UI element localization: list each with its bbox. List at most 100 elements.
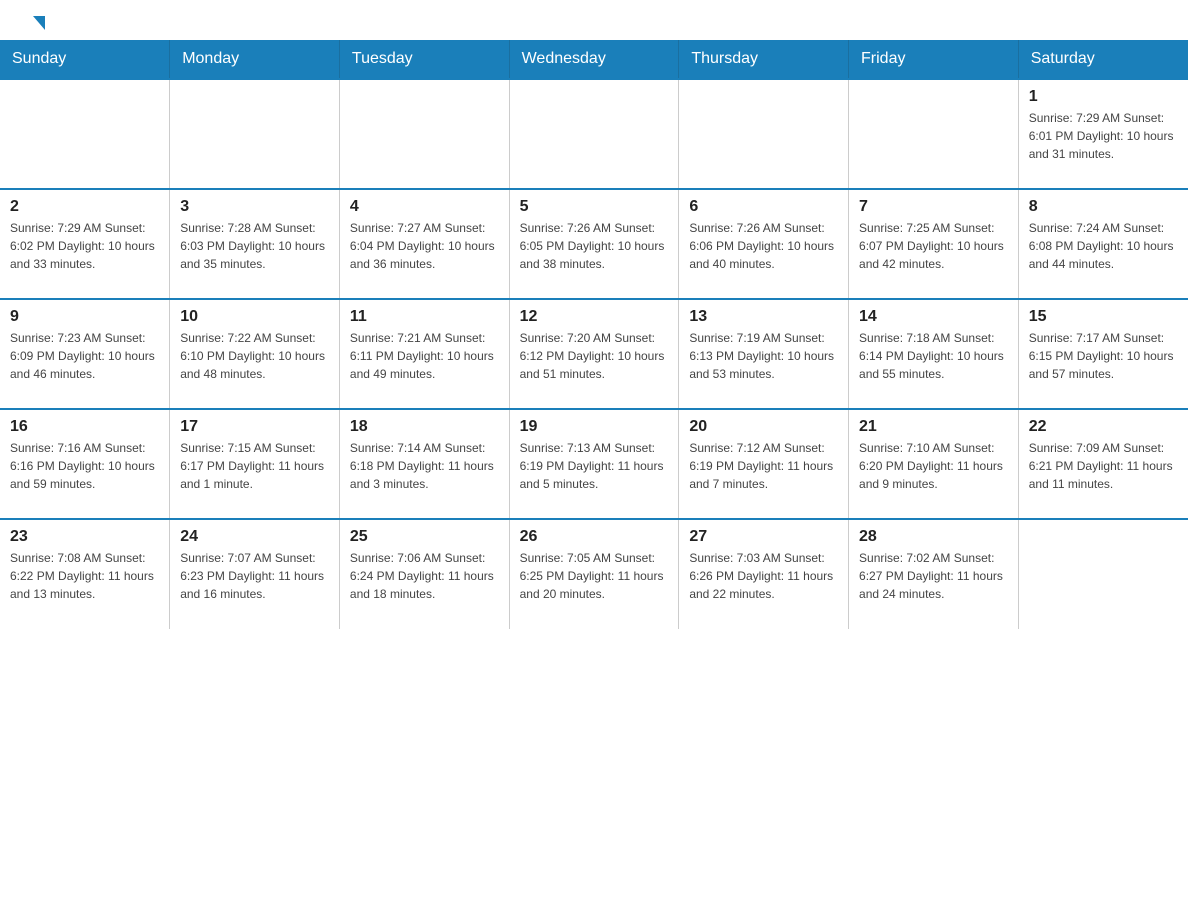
calendar-cell: 25Sunrise: 7:06 AM Sunset: 6:24 PM Dayli… — [339, 519, 509, 629]
calendar-cell: 15 Sunrise: 7:17 AM Sunset: 6:15 PM Dayli… — [1018, 299, 1188, 409]
day-info: Sunrise: 7:24 AM Sunset: 6:08 PM Dayligh… — [1029, 219, 1178, 273]
day-info: Sunrise: 7:21 AM Sunset: 6:11 PM Dayligh… — [350, 329, 499, 383]
calendar-cell: 18 Sunrise: 7:14 AM Sunset: 6:18 PM Dayli… — [339, 409, 509, 519]
day-info: Sunrise: 7:18 AM Sunset: 6:14 PM Dayligh… — [859, 329, 1008, 383]
day-info: Sunrise: 7:29 AM Sunset: 6:02 PM Dayligh… — [10, 219, 159, 273]
day-number: 12 — [520, 308, 669, 326]
calendar-cell: 5Sunrise: 7:26 AM Sunset: 6:05 PM Daylig… — [509, 189, 679, 299]
calendar-cell: 6Sunrise: 7:26 AM Sunset: 6:06 PM Daylig… — [679, 189, 849, 299]
day-number: 10 — [180, 308, 329, 326]
calendar-cell — [0, 79, 170, 189]
day-number: 15 — [1029, 308, 1178, 326]
day-number: 16 — [10, 418, 159, 436]
weekday-header-row: SundayMondayTuesdayWednesdayThursdayFrid… — [0, 40, 1188, 79]
week-row-3: 9Sunrise: 7:23 AM Sunset: 6:09 PM Daylig… — [0, 299, 1188, 409]
calendar-cell: 14 Sunrise: 7:18 AM Sunset: 6:14 PM Dayli… — [849, 299, 1019, 409]
calendar-cell: 28Sunrise: 7:02 AM Sunset: 6:27 PM Dayli… — [849, 519, 1019, 629]
calendar-cell: 20 Sunrise: 7:12 AM Sunset: 6:19 PM Dayli… — [679, 409, 849, 519]
week-row-2: 2 Sunrise: 7:29 AM Sunset: 6:02 PM Daylig… — [0, 189, 1188, 299]
day-number: 1 — [1029, 88, 1178, 106]
day-info: Sunrise: 7:20 AM Sunset: 6:12 PM Dayligh… — [520, 329, 669, 383]
day-number: 2 — [10, 198, 159, 216]
calendar-cell — [1018, 519, 1188, 629]
calendar-cell: 16 Sunrise: 7:16 AM Sunset: 6:16 PM Dayli… — [0, 409, 170, 519]
calendar-cell: 22Sunrise: 7:09 AM Sunset: 6:21 PM Dayli… — [1018, 409, 1188, 519]
calendar-cell: 4 Sunrise: 7:27 AM Sunset: 6:04 PM Daylig… — [339, 189, 509, 299]
calendar-cell: 8 Sunrise: 7:24 AM Sunset: 6:08 PM Daylig… — [1018, 189, 1188, 299]
day-number: 13 — [689, 308, 838, 326]
calendar-cell — [170, 79, 340, 189]
calendar-cell: 10 Sunrise: 7:22 AM Sunset: 6:10 PM Dayli… — [170, 299, 340, 409]
day-number: 17 — [180, 418, 329, 436]
day-number: 11 — [350, 308, 499, 326]
day-number: 4 — [350, 198, 499, 216]
page-header — [0, 0, 1188, 40]
week-row-1: 1 Sunrise: 7:29 AM Sunset: 6:01 PM Daylig… — [0, 79, 1188, 189]
day-info: Sunrise: 7:10 AM Sunset: 6:20 PM Dayligh… — [859, 439, 1008, 493]
day-info: Sunrise: 7:14 AM Sunset: 6:18 PM Dayligh… — [350, 439, 499, 493]
day-info: Sunrise: 7:26 AM Sunset: 6:06 PM Dayligh… — [689, 219, 838, 273]
day-info: Sunrise: 7:07 AM Sunset: 6:23 PM Dayligh… — [180, 549, 329, 603]
day-info: Sunrise: 7:08 AM Sunset: 6:22 PM Dayligh… — [10, 549, 159, 603]
calendar-cell — [339, 79, 509, 189]
weekday-wednesday: Wednesday — [509, 40, 679, 79]
day-number: 23 — [10, 528, 159, 546]
day-info: Sunrise: 7:13 AM Sunset: 6:19 PM Dayligh… — [520, 439, 669, 493]
day-info: Sunrise: 7:03 AM Sunset: 6:26 PM Dayligh… — [689, 549, 838, 603]
calendar-cell: 21 Sunrise: 7:10 AM Sunset: 6:20 PM Dayli… — [849, 409, 1019, 519]
calendar-table: SundayMondayTuesdayWednesdayThursdayFrid… — [0, 40, 1188, 629]
calendar-cell — [509, 79, 679, 189]
day-number: 22 — [1029, 418, 1178, 436]
day-number: 3 — [180, 198, 329, 216]
calendar-cell — [679, 79, 849, 189]
calendar-cell: 17 Sunrise: 7:15 AM Sunset: 6:17 PM Dayli… — [170, 409, 340, 519]
weekday-tuesday: Tuesday — [339, 40, 509, 79]
day-number: 27 — [689, 528, 838, 546]
day-number: 25 — [350, 528, 499, 546]
week-row-5: 23 Sunrise: 7:08 AM Sunset: 6:22 PM Dayli… — [0, 519, 1188, 629]
calendar-cell: 2 Sunrise: 7:29 AM Sunset: 6:02 PM Daylig… — [0, 189, 170, 299]
day-number: 24 — [180, 528, 329, 546]
calendar-cell: 12 Sunrise: 7:20 AM Sunset: 6:12 PM Dayli… — [509, 299, 679, 409]
week-row-4: 16 Sunrise: 7:16 AM Sunset: 6:16 PM Dayli… — [0, 409, 1188, 519]
day-info: Sunrise: 7:15 AM Sunset: 6:17 PM Dayligh… — [180, 439, 329, 493]
day-number: 14 — [859, 308, 1008, 326]
calendar-cell: 19 Sunrise: 7:13 AM Sunset: 6:19 PM Dayli… — [509, 409, 679, 519]
day-info: Sunrise: 7:16 AM Sunset: 6:16 PM Dayligh… — [10, 439, 159, 493]
calendar-cell: 3 Sunrise: 7:28 AM Sunset: 6:03 PM Daylig… — [170, 189, 340, 299]
calendar-cell: 11 Sunrise: 7:21 AM Sunset: 6:11 PM Dayli… — [339, 299, 509, 409]
day-number: 20 — [689, 418, 838, 436]
calendar-cell — [849, 79, 1019, 189]
calendar-cell: 7 Sunrise: 7:25 AM Sunset: 6:07 PM Daylig… — [849, 189, 1019, 299]
day-info: Sunrise: 7:23 AM Sunset: 6:09 PM Dayligh… — [10, 329, 159, 383]
day-info: Sunrise: 7:05 AM Sunset: 6:25 PM Dayligh… — [520, 549, 669, 603]
calendar-cell: 27 Sunrise: 7:03 AM Sunset: 6:26 PM Dayli… — [679, 519, 849, 629]
day-info: Sunrise: 7:28 AM Sunset: 6:03 PM Dayligh… — [180, 219, 329, 273]
day-number: 19 — [520, 418, 669, 436]
calendar-cell: 13 Sunrise: 7:19 AM Sunset: 6:13 PM Dayli… — [679, 299, 849, 409]
calendar-cell: 26 Sunrise: 7:05 AM Sunset: 6:25 PM Dayli… — [509, 519, 679, 629]
day-number: 26 — [520, 528, 669, 546]
calendar-wrapper: SundayMondayTuesdayWednesdayThursdayFrid… — [0, 40, 1188, 629]
weekday-thursday: Thursday — [679, 40, 849, 79]
day-number: 8 — [1029, 198, 1178, 216]
day-info: Sunrise: 7:27 AM Sunset: 6:04 PM Dayligh… — [350, 219, 499, 273]
day-info: Sunrise: 7:19 AM Sunset: 6:13 PM Dayligh… — [689, 329, 838, 383]
day-number: 5 — [520, 198, 669, 216]
logo — [30, 20, 45, 30]
day-number: 28 — [859, 528, 1008, 546]
day-number: 7 — [859, 198, 1008, 216]
calendar-cell: 24 Sunrise: 7:07 AM Sunset: 6:23 PM Dayli… — [170, 519, 340, 629]
calendar-cell: 23 Sunrise: 7:08 AM Sunset: 6:22 PM Dayli… — [0, 519, 170, 629]
day-info: Sunrise: 7:25 AM Sunset: 6:07 PM Dayligh… — [859, 219, 1008, 273]
calendar-cell: 1 Sunrise: 7:29 AM Sunset: 6:01 PM Daylig… — [1018, 79, 1188, 189]
day-info: Sunrise: 7:12 AM Sunset: 6:19 PM Dayligh… — [689, 439, 838, 493]
calendar-cell: 9Sunrise: 7:23 AM Sunset: 6:09 PM Daylig… — [0, 299, 170, 409]
day-info: Sunrise: 7:29 AM Sunset: 6:01 PM Dayligh… — [1029, 109, 1178, 163]
day-info: Sunrise: 7:17 AM Sunset: 6:15 PM Dayligh… — [1029, 329, 1178, 383]
weekday-saturday: Saturday — [1018, 40, 1188, 79]
day-number: 18 — [350, 418, 499, 436]
day-number: 21 — [859, 418, 1008, 436]
weekday-friday: Friday — [849, 40, 1019, 79]
day-info: Sunrise: 7:22 AM Sunset: 6:10 PM Dayligh… — [180, 329, 329, 383]
